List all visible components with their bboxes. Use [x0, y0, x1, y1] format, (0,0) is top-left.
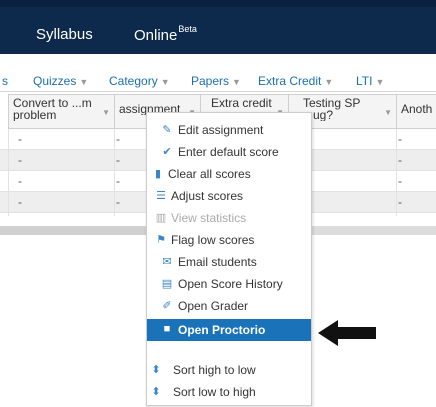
- caret-down-icon: ▼: [160, 77, 170, 87]
- top-nav-bar: Syllabus OnlineBeta: [0, 0, 436, 54]
- trash-icon: ▮: [154, 168, 162, 180]
- menu-item-sort-high-to-low[interactable]: ⬍ Sort high to low: [147, 359, 311, 381]
- grade-cell[interactable]: -: [18, 174, 22, 188]
- menu-item-label: Enter default score: [178, 145, 279, 159]
- grade-cell[interactable]: -: [116, 132, 120, 146]
- nav-syllabus[interactable]: Syllabus: [36, 26, 93, 43]
- column-divider: [114, 129, 115, 216]
- menu-item-view-statistics[interactable]: ▥ View statistics: [147, 207, 311, 229]
- video-camera-icon: ■: [163, 323, 171, 335]
- filter-label: Papers: [191, 74, 230, 88]
- pointer-arrow-icon: [318, 320, 376, 346]
- grade-cell[interactable]: -: [18, 195, 22, 209]
- filter-lti[interactable]: LTI ▼: [356, 74, 384, 88]
- menu-item-label: View statistics: [171, 211, 247, 225]
- checkmark-icon: ✔: [162, 146, 172, 158]
- column-divider: [8, 129, 9, 216]
- filter-quizzes[interactable]: Quizzes ▼: [33, 74, 88, 88]
- column-header-label: Convert to ...m problem: [13, 97, 92, 121]
- menu-item-open-grader[interactable]: ✐ Open Grader: [147, 295, 311, 317]
- menu-item-label: Edit assignment: [178, 123, 264, 137]
- menu-item-adjust-scores[interactable]: ☰ Adjust scores: [147, 185, 311, 207]
- menu-item-open-score-history[interactable]: ▤ Open Score History: [147, 273, 311, 295]
- bar-chart-icon: ▥: [155, 212, 167, 224]
- menu-item-label: Email students: [178, 255, 257, 269]
- menu-item-label: Open Grader: [178, 299, 249, 313]
- filter-extra-credit[interactable]: Extra Credit ▼: [258, 74, 333, 88]
- grade-cell[interactable]: -: [116, 195, 120, 209]
- menu-item-open-proctorio[interactable]: ■ Open Proctorio: [147, 319, 311, 341]
- grade-cell[interactable]: -: [116, 153, 120, 167]
- menu-item-clear-all-scores[interactable]: ▮ Clear all scores: [147, 163, 311, 185]
- filter-divider: [0, 91, 436, 92]
- menu-item-label: Open Proctorio: [178, 323, 266, 337]
- caret-down-icon: ▼: [232, 77, 241, 87]
- sliders-icon: ☰: [156, 190, 166, 202]
- grade-cell[interactable]: -: [116, 174, 120, 188]
- menu-item-label: Sort low to high: [173, 385, 256, 399]
- sort-icon: ⬍: [151, 364, 161, 376]
- edit-square-icon: ✐: [162, 300, 172, 312]
- column-header[interactable]: Anoth: [396, 94, 436, 129]
- grade-cell[interactable]: -: [398, 195, 402, 209]
- book-icon: ▤: [161, 278, 173, 290]
- grade-cell[interactable]: -: [18, 153, 22, 167]
- filter-label: Quizzes: [33, 74, 77, 88]
- caret-down-icon[interactable]: ▼: [384, 107, 392, 119]
- nav-online[interactable]: OnlineBeta: [134, 24, 197, 44]
- grade-cell[interactable]: -: [18, 132, 22, 146]
- menu-item-label: Open Score History: [178, 277, 283, 291]
- menu-item-label: Flag low scores: [171, 233, 255, 247]
- menu-item-label: Sort high to low: [173, 363, 256, 377]
- filter-label: Extra Credit: [258, 74, 322, 88]
- filter-bar: s Quizzes ▼ Category ▼ Papers ▼ Extra Credi…: [0, 72, 436, 90]
- nav-online-label: Online: [134, 27, 178, 44]
- filter-truncated[interactable]: s: [2, 74, 8, 88]
- column-divider: [396, 129, 397, 216]
- filter-papers[interactable]: Papers ▼: [191, 74, 241, 88]
- menu-item-enter-default-score[interactable]: ✔ Enter default score: [147, 141, 311, 163]
- filter-label: s: [2, 74, 8, 88]
- menu-item-edit-assignment[interactable]: ✎ Edit assignment: [147, 119, 311, 141]
- flag-icon: ⚑: [156, 234, 166, 246]
- pencil-icon: ✎: [162, 124, 172, 136]
- assignment-context-menu: ✎ Edit assignment ✔ Enter default score …: [146, 112, 312, 406]
- filter-category[interactable]: Category ▼: [109, 74, 170, 88]
- menu-item-label: Adjust scores: [171, 189, 244, 203]
- filter-label: Category: [109, 74, 158, 88]
- caret-down-icon[interactable]: ▼: [102, 107, 110, 119]
- top-stripe: [0, 0, 436, 7]
- grade-cell[interactable]: -: [398, 153, 402, 167]
- envelope-icon: ✉: [162, 256, 172, 268]
- caret-down-icon: ▼: [375, 77, 385, 87]
- column-header-label: Anoth: [401, 102, 433, 115]
- menu-item-flag-low-scores[interactable]: ⚑ Flag low scores: [147, 229, 311, 251]
- sort-icon: ⬍: [151, 386, 161, 398]
- caret-down-icon: ▼: [79, 77, 89, 87]
- grade-cell[interactable]: -: [398, 132, 402, 146]
- caret-down-icon: ▼: [324, 77, 334, 87]
- menu-item-label: Clear all scores: [168, 167, 251, 181]
- menu-item-email-students[interactable]: ✉ Email students: [147, 251, 311, 273]
- filter-label: LTI: [356, 74, 373, 88]
- beta-badge: Beta: [178, 24, 197, 34]
- grade-cell[interactable]: -: [398, 174, 402, 188]
- menu-item-sort-low-to-high[interactable]: ⬍ Sort low to high: [147, 381, 311, 403]
- column-header[interactable]: Convert to ...m problem ▼: [8, 94, 114, 129]
